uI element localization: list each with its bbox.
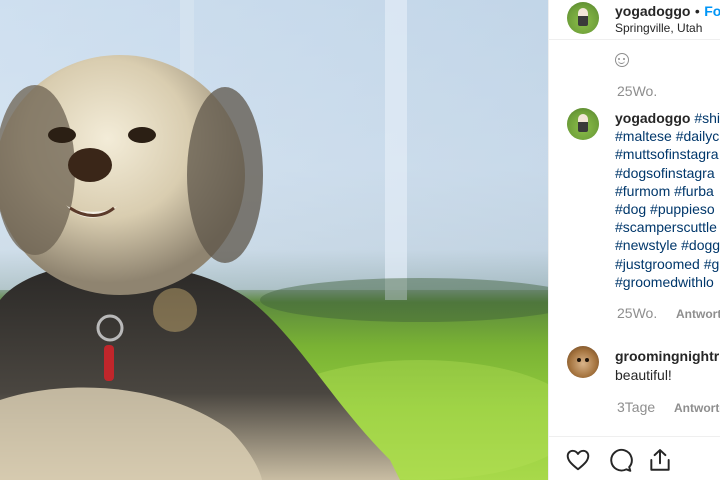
hashtag-line[interactable]: #muttsofinstagra <box>615 145 720 163</box>
comment: groomingnightr beautiful! <box>615 347 719 384</box>
hashtag-line[interactable]: #justgroomed #g <box>615 255 720 273</box>
hashtag-line[interactable]: #maltese #dailyc <box>615 127 720 145</box>
previous-comment-time[interactable]: 25Wo. <box>617 83 657 99</box>
hashtag-line[interactable]: #newstyle #dogg <box>615 236 720 254</box>
comment-reply-button[interactable]: Antworte <box>674 401 720 415</box>
post-actions <box>549 436 720 480</box>
hashtag-line[interactable]: #furmom #furba <box>615 182 720 200</box>
post-header: yogadoggo • Fo Springville, Utah <box>549 0 720 40</box>
post-side-panel: yogadoggo • Fo Springville, Utah 25Wo. y… <box>549 0 720 480</box>
smiley-icon <box>615 53 629 67</box>
hashtag-line[interactable]: #scamperscuttle <box>615 218 720 236</box>
comment-text: beautiful! <box>615 366 672 383</box>
follow-button[interactable]: Fo <box>704 3 720 19</box>
comment-time[interactable]: 3Tage <box>617 399 655 415</box>
author-line: yogadoggo • Fo <box>615 3 720 21</box>
caption-avatar[interactable] <box>567 108 599 140</box>
hashtag[interactable]: #shi <box>694 110 720 126</box>
caption-username[interactable]: yogadoggo <box>615 110 690 126</box>
heart-icon[interactable] <box>565 447 591 473</box>
dog-photo-illustration <box>0 0 548 480</box>
author-username[interactable]: yogadoggo <box>615 3 690 19</box>
author-avatar[interactable] <box>567 2 599 34</box>
post-photo[interactable] <box>0 0 548 480</box>
hashtag-line[interactable]: #groomedwithlo <box>615 273 720 291</box>
caption-reply-button[interactable]: Antwort <box>676 307 720 321</box>
hashtag-line[interactable]: #dogsofinstagra <box>615 164 720 182</box>
separator-dot: • <box>694 3 700 19</box>
caption-time[interactable]: 25Wo. <box>617 305 657 321</box>
hashtag-line[interactable]: #dog #puppieso <box>615 200 720 218</box>
commenter-avatar[interactable] <box>567 346 599 378</box>
commenter-username[interactable]: groomingnightr <box>615 347 719 366</box>
post-caption: yogadoggo #shi #maltese #dailyc #muttsof… <box>615 109 720 291</box>
comment-icon[interactable] <box>607 447 633 473</box>
share-icon[interactable] <box>647 447 673 473</box>
post-location[interactable]: Springville, Utah <box>615 21 702 35</box>
